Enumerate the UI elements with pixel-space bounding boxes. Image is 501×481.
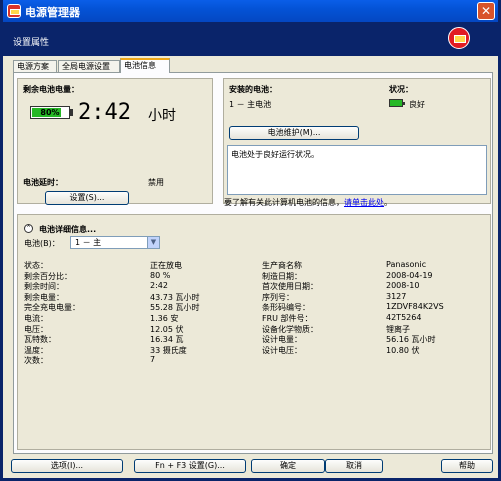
close-button[interactable]: ✕	[477, 2, 495, 20]
detail-value: 2:42	[150, 281, 168, 291]
battery-delay-label: 电池延时：	[23, 178, 63, 187]
detail-key: 条形码编号：	[262, 303, 310, 313]
detail-key: 剩余电量：	[24, 292, 64, 302]
battery-icon	[7, 4, 21, 18]
help-button[interactable]: 帮助	[441, 459, 493, 473]
detail-value: Panasonic	[386, 260, 427, 269]
detail-value: 正在放电	[150, 261, 182, 270]
detail-key: 制造日期：	[262, 271, 302, 281]
detail-value: 56.16 瓦小时	[386, 335, 436, 345]
detail-value: 10.80 伏	[386, 345, 420, 355]
detail-key: 生产商名称	[262, 261, 302, 270]
more-info-link[interactable]: 请单击此处	[344, 198, 384, 207]
collapse-chevron-icon[interactable]: ⌃	[24, 224, 33, 233]
installed-battery-name: 1 － 主电池	[229, 100, 272, 109]
battery-info-panel: 剩余电池电量： 80% 2:42 小时 电池延时： 禁用 设置(S)... 安装…	[13, 72, 493, 454]
chevron-down-icon[interactable]: ▼	[147, 237, 159, 248]
detail-value: 16.34 瓦	[150, 335, 184, 345]
battery-select-label: 电池(B)：	[24, 239, 60, 248]
detail-key: 设备化学物质：	[262, 324, 318, 334]
tab-global-power-settings[interactable]: 全局电源设置	[58, 60, 120, 72]
hotkey-settings-button[interactable]: Fn + F3 设置(G)...	[134, 459, 246, 473]
detail-key: 状态：	[24, 261, 48, 270]
more-info-suffix: 。	[384, 198, 392, 207]
detail-key: 剩余百分比：	[24, 271, 72, 281]
more-info-prefix: 要了解有关此计算机电池的信息，	[224, 198, 344, 207]
status-label: 状况：	[389, 85, 413, 94]
window-title: 电源管理器	[25, 6, 80, 19]
installed-battery-box: 安装的电池： 1 － 主电池 状况： 良好 电池维护(M)... 电池处于良好运…	[223, 78, 491, 207]
detail-value: 12.05 伏	[150, 324, 184, 334]
detail-value: 42T5264	[386, 313, 422, 322]
detail-key: 温度：	[24, 345, 48, 355]
delay-settings-button[interactable]: 设置(S)...	[45, 191, 129, 205]
installed-label: 安装的电池：	[229, 85, 277, 94]
battery-terminal	[70, 109, 73, 116]
detail-key: FRU 部件号：	[262, 314, 313, 323]
detail-value: 锂离子	[386, 324, 410, 334]
battery-select-value: 1 － 主	[75, 238, 102, 247]
battery-maintenance-button[interactable]: 电池维护(M)...	[229, 126, 359, 140]
detail-value: 80 %	[150, 270, 171, 280]
ok-button[interactable]: 确定	[251, 459, 325, 473]
detail-value: 43.73 瓦小时	[150, 292, 200, 302]
remaining-time-unit: 小时	[148, 108, 176, 124]
footer-buttons: 选项(I)... Fn + F3 设置(G)... 确定 取消 帮助	[3, 456, 498, 478]
page-title: 设置属性	[13, 38, 50, 48]
more-info-text: 要了解有关此计算机电池的信息，请单击此处。	[224, 197, 392, 208]
detail-key: 设计电压：	[262, 345, 302, 355]
detail-key: 完全充电电量：	[24, 303, 80, 313]
detail-value: 1ZDVF84K2VS	[386, 302, 444, 312]
detail-key: 电流：	[24, 314, 48, 323]
detail-value: 3127	[386, 291, 407, 301]
battery-delay-status: 禁用	[148, 178, 164, 187]
detail-value: 7	[150, 355, 156, 365]
battery-level-gauge: 80%	[30, 106, 70, 119]
detail-key: 剩余时间：	[24, 282, 64, 292]
header-banner: 设置属性	[3, 22, 498, 56]
remaining-time: 2:42	[78, 100, 131, 125]
detail-key: 设计电量：	[262, 335, 302, 345]
detail-value: 33 摄氏度	[150, 345, 187, 355]
detail-key: 序列号：	[262, 292, 294, 302]
detail-value: 55.28 瓦小时	[150, 303, 200, 313]
cancel-button[interactable]: 取消	[325, 459, 383, 473]
detail-value: 1.36 安	[150, 314, 179, 323]
tab-power-plan[interactable]: 电源方案	[13, 60, 57, 72]
details-title: 电池详细信息...	[39, 225, 97, 234]
detail-value: 2008-04-19	[386, 270, 433, 280]
detail-key: 次数：	[24, 356, 48, 366]
battery-details-box: ⌃ 电池详细信息... 电池(B)： 1 － 主 ▼ 状态： 正在放电剩余百分比：…	[17, 214, 491, 450]
battery-select[interactable]: 1 － 主 ▼	[70, 236, 160, 249]
battery-status-icon	[389, 99, 405, 107]
battery-message: 电池处于良好运行状况。	[231, 150, 319, 159]
detail-value: 2008-10	[386, 281, 420, 291]
remaining-label: 剩余电池电量：	[23, 85, 79, 94]
power-manager-window: 电源管理器 ✕ 设置属性 电源方案 全局电源设置 电池信息 剩余电池电量： 80…	[0, 0, 501, 481]
detail-key: 瓦特数：	[24, 335, 56, 345]
battery-icon	[448, 27, 470, 49]
remaining-capacity-box: 剩余电池电量： 80% 2:42 小时 电池延时： 禁用 设置(S)...	[17, 78, 213, 205]
detail-key: 电压：	[24, 324, 48, 334]
detail-key: 首次使用日期：	[262, 282, 318, 292]
battery-message-box: 电池处于良好运行状况。	[227, 145, 487, 195]
status-value: 良好	[409, 100, 425, 109]
title-bar[interactable]: 电源管理器 ✕	[3, 0, 498, 22]
options-button[interactable]: 选项(I)...	[11, 459, 123, 473]
battery-percent: 80%	[40, 108, 60, 117]
tab-battery-info[interactable]: 电池信息	[120, 58, 170, 73]
